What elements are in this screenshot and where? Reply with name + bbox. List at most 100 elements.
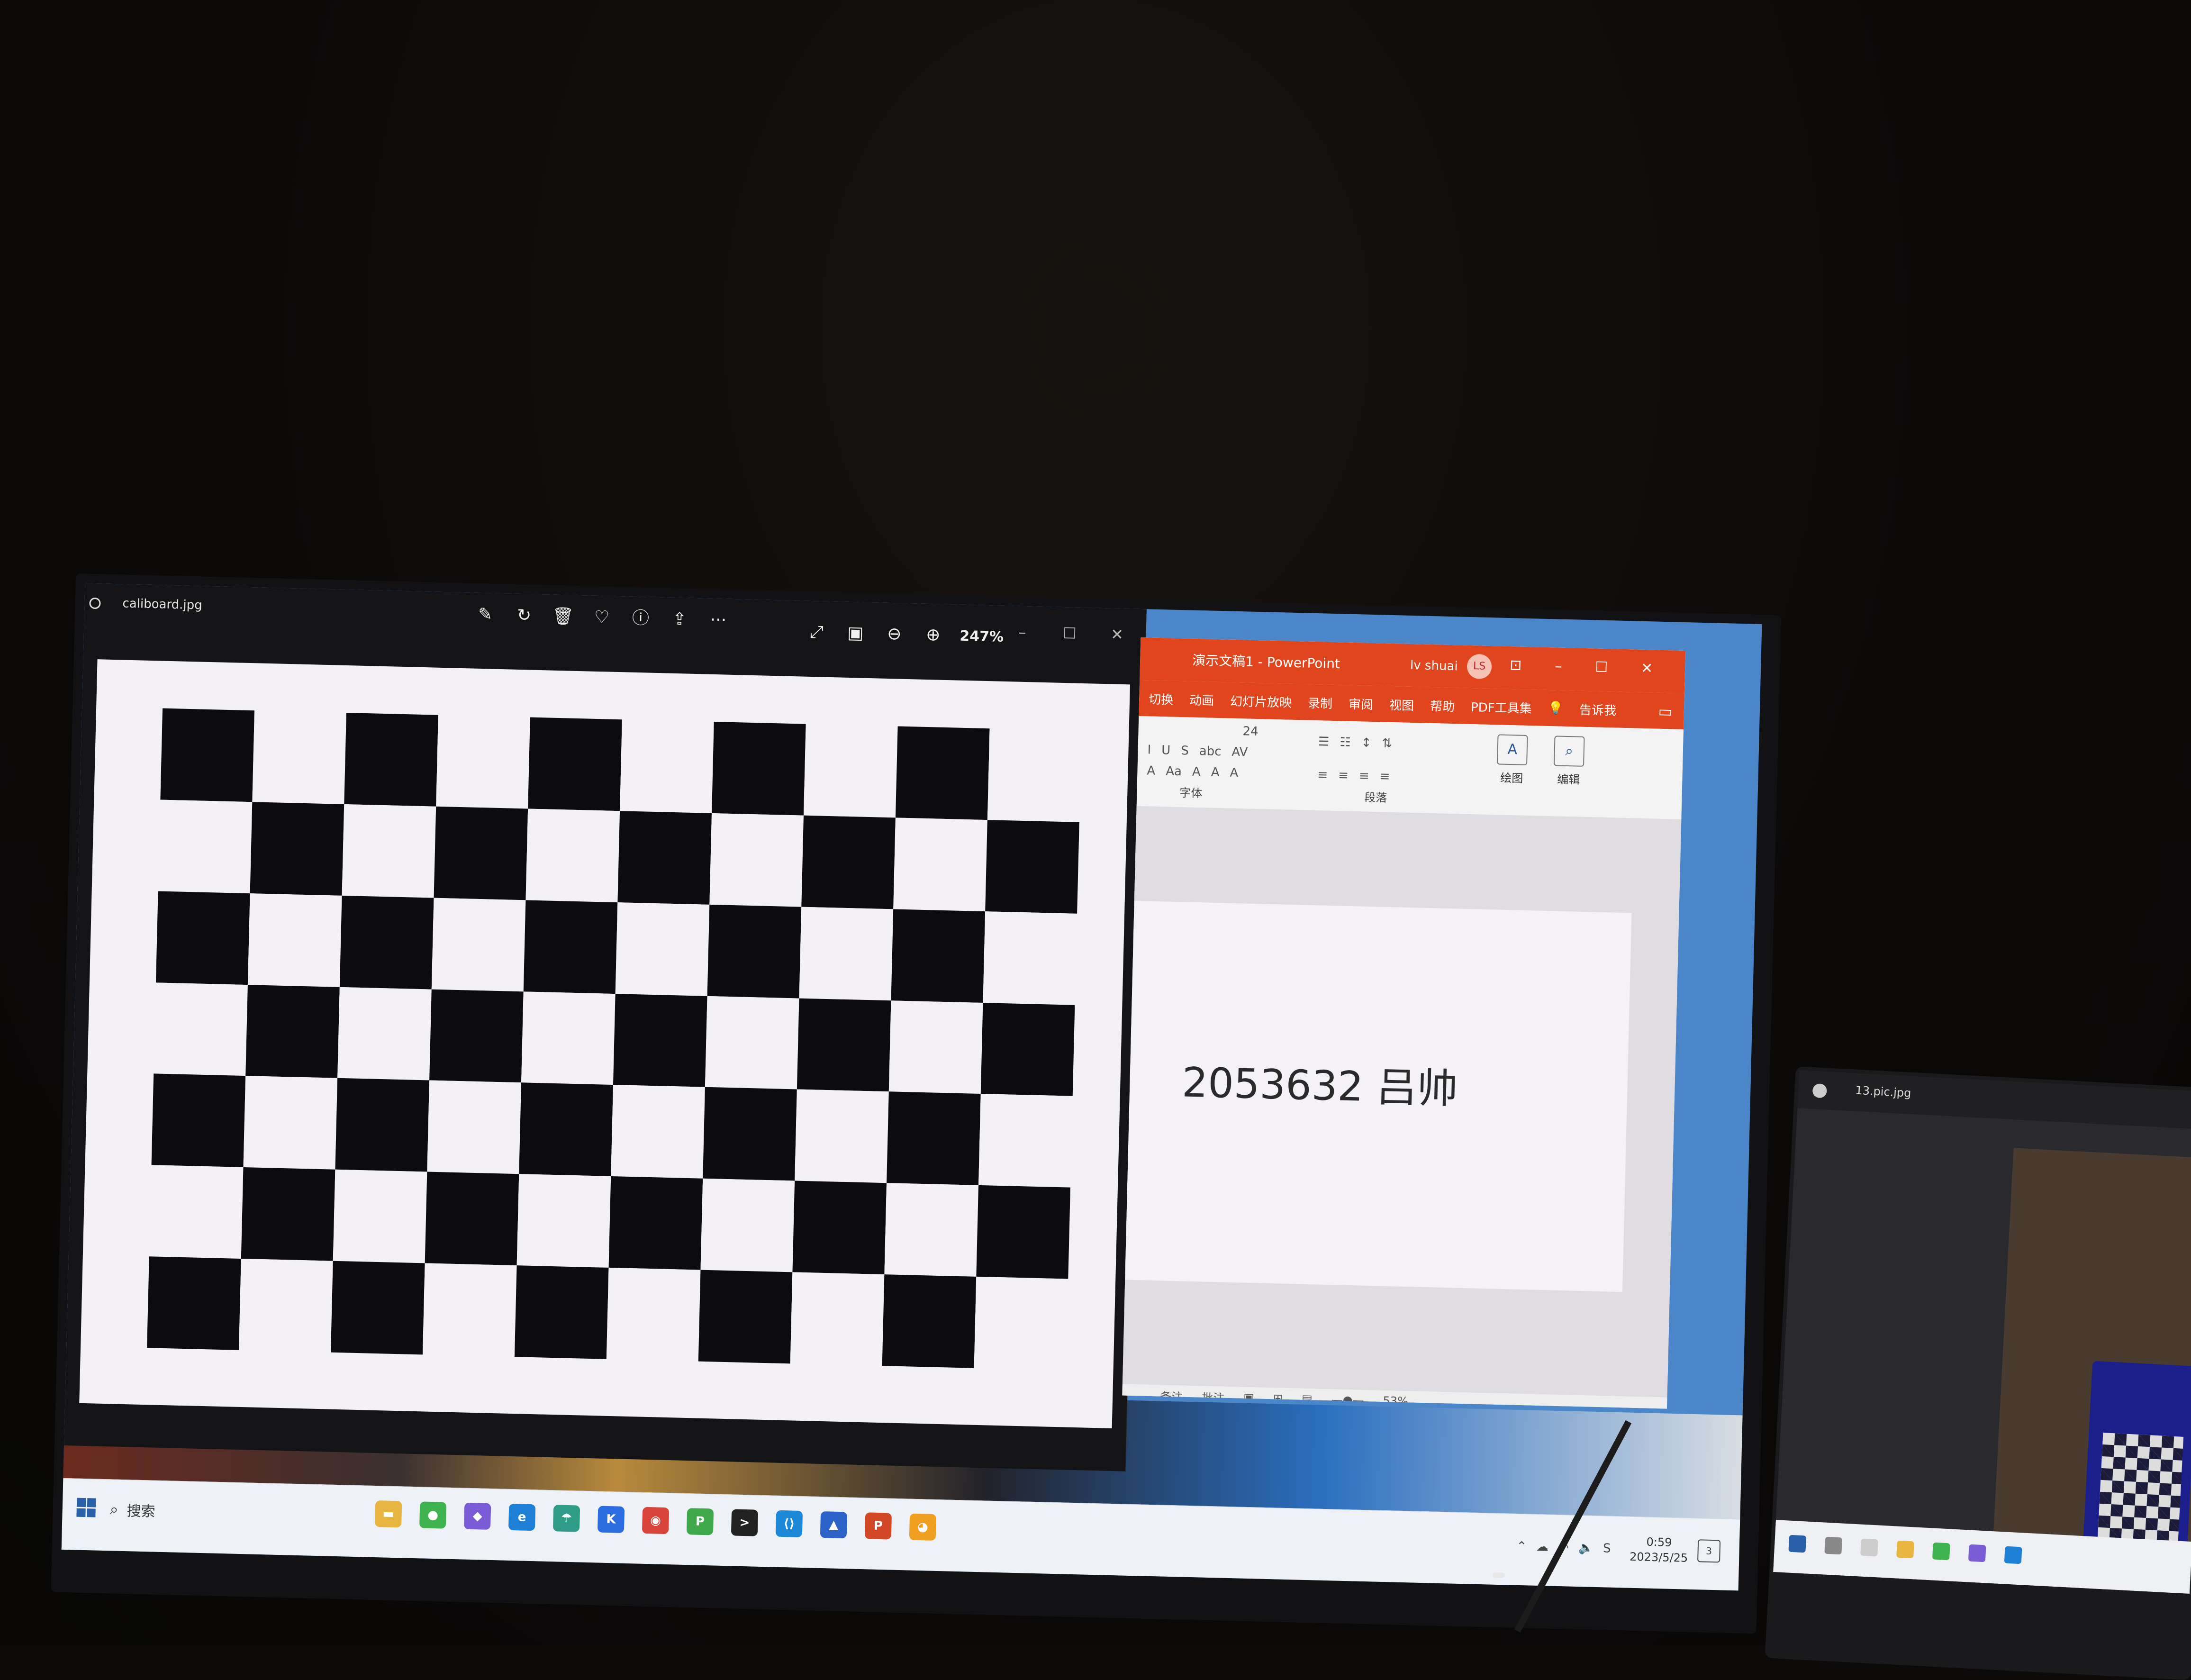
copilot-icon[interactable] <box>1968 1544 1986 1562</box>
edit-icon[interactable]: ✎ <box>473 602 498 627</box>
ime-icon[interactable]: S <box>1603 1541 1611 1555</box>
avatar[interactable]: LS <box>1467 654 1492 680</box>
terminal-icon[interactable]: > <box>731 1509 759 1536</box>
draw-button[interactable]: A 绘图 <box>1488 734 1537 786</box>
notification-icon[interactable]: 3 <box>1697 1539 1721 1563</box>
checker-square <box>337 987 432 1081</box>
file-explorer-icon[interactable]: ▬ <box>375 1500 402 1528</box>
wechat-icon[interactable] <box>1932 1542 1950 1561</box>
start-button[interactable] <box>76 1498 96 1517</box>
vscode-icon[interactable]: ⟨⟩ <box>775 1510 803 1538</box>
lightbulb-icon[interactable]: 💡 <box>1548 701 1563 716</box>
strikethrough-button[interactable]: abc <box>1199 744 1221 759</box>
rotate-icon[interactable]: ↻ <box>511 603 536 628</box>
checker-square <box>525 808 620 902</box>
checker-square <box>149 1165 244 1259</box>
font-size-field[interactable]: 24 <box>1242 724 1258 739</box>
tab-view[interactable]: 视图 <box>1389 695 1414 713</box>
comment-icon[interactable]: ▭ <box>1658 702 1673 721</box>
shadow-button[interactable]: S <box>1181 744 1189 758</box>
zoom-slider[interactable]: —●— <box>1331 1393 1364 1407</box>
clock[interactable]: 0:59 2023/5/25 <box>1630 1534 1689 1566</box>
shrink-font-button[interactable]: A <box>1211 765 1220 780</box>
edit-label: 编辑 <box>1557 772 1580 787</box>
align-right-icon[interactable]: ≡ <box>1359 769 1370 783</box>
checker-square <box>155 891 250 985</box>
checker-square <box>895 726 990 820</box>
close-button[interactable]: ✕ <box>1107 625 1127 644</box>
change-case-button[interactable]: Aa <box>1166 764 1182 779</box>
favorite-icon[interactable]: ♡ <box>589 605 614 630</box>
reading-view-icon[interactable]: ▤ <box>1302 1392 1313 1406</box>
slide-sorter-icon[interactable]: ⊞ <box>1273 1391 1283 1405</box>
tab-pdf-tools[interactable]: PDF工具集 <box>1471 698 1532 717</box>
tab-record[interactable]: 录制 <box>1308 693 1333 711</box>
minimize-button[interactable]: – <box>1013 623 1032 641</box>
tab-animations[interactable]: 动画 <box>1189 690 1214 708</box>
maximize-button[interactable]: ☐ <box>1595 659 1608 676</box>
checker-square <box>252 710 346 804</box>
taskbar-search[interactable]: ⌕ 搜索 <box>109 1494 366 1530</box>
slide-canvas[interactable]: 2053632 吕帅 <box>1125 900 1632 1292</box>
checker-square <box>882 1274 977 1368</box>
draw-icon: A <box>1497 734 1528 765</box>
share-icon[interactable]: ⇪ <box>667 607 692 632</box>
align-left-icon[interactable]: ≡ <box>1317 768 1328 782</box>
close-button[interactable]: ✕ <box>1641 660 1653 677</box>
tab-slideshow[interactable]: 幻灯片放映 <box>1230 691 1292 710</box>
search-icon[interactable] <box>1824 1536 1843 1555</box>
clear-format-button[interactable]: A <box>1230 766 1239 780</box>
edit-button[interactable]: ⌕ 编辑 <box>1545 736 1593 787</box>
minimize-button[interactable]: – <box>1555 658 1562 674</box>
zoom-percent[interactable]: 53% <box>1383 1394 1408 1408</box>
checker-square <box>245 984 340 1079</box>
volume-icon[interactable]: 🔈 <box>1578 1541 1593 1555</box>
char-spacing-button[interactable]: AV <box>1231 745 1248 760</box>
edge-icon[interactable]: e <box>508 1503 536 1531</box>
app-orange-icon[interactable]: ◕ <box>909 1513 937 1541</box>
delete-icon[interactable]: 🗑 <box>550 604 575 629</box>
edge-icon[interactable] <box>2004 1546 2022 1564</box>
font-color-button[interactable]: A <box>1147 763 1156 778</box>
tab-review[interactable]: 审阅 <box>1349 694 1374 712</box>
photos-icon[interactable]: ▲ <box>820 1511 848 1539</box>
zoom-out-icon[interactable]: ⊖ <box>882 622 907 647</box>
tab-tell-me[interactable]: 告诉我 <box>1579 700 1617 718</box>
justify-icon[interactable]: ≡ <box>1379 769 1390 784</box>
actual-size-icon[interactable]: ▣ <box>843 621 868 646</box>
k-app-icon[interactable]: K <box>597 1506 625 1533</box>
ppt-user-name[interactable]: lv shuai <box>1410 658 1458 673</box>
powerpoint-icon[interactable]: P <box>864 1512 892 1540</box>
bullets-icon[interactable]: ☰ <box>1318 735 1330 749</box>
wechat-icon[interactable]: ● <box>419 1501 447 1529</box>
normal-view-icon[interactable]: ▣ <box>1243 1391 1254 1405</box>
maximize-button[interactable]: ☐ <box>1060 624 1079 643</box>
tab-help[interactable]: 帮助 <box>1430 696 1455 714</box>
align-center-icon[interactable]: ≡ <box>1338 768 1349 783</box>
checker-square <box>799 907 894 1000</box>
grow-font-button[interactable]: A <box>1192 765 1201 779</box>
cloud-icon[interactable]: ☁ <box>1536 1540 1549 1554</box>
ribbon-display-icon[interactable]: ⊡ <box>1510 657 1522 674</box>
text-direction-icon[interactable]: ⇅ <box>1382 736 1393 751</box>
copilot-icon[interactable]: ◆ <box>463 1502 491 1530</box>
fullscreen-icon[interactable]: ⤢ <box>804 620 829 645</box>
slide-title-text[interactable]: 2053632 吕帅 <box>1181 1049 1458 1115</box>
pdf-icon[interactable]: P <box>686 1508 714 1535</box>
info-icon[interactable]: ⓘ <box>628 606 653 631</box>
checker-square <box>790 1272 885 1366</box>
numbering-icon[interactable]: ☷ <box>1340 735 1351 750</box>
zoom-in-icon[interactable]: ⊕ <box>921 623 946 648</box>
line-spacing-icon[interactable]: ↕ <box>1361 736 1372 750</box>
checker-square <box>250 802 344 896</box>
weather-icon[interactable]: ☂ <box>552 1505 580 1532</box>
underline-button[interactable]: U <box>1161 743 1171 757</box>
chrome-icon[interactable]: ◉ <box>642 1507 670 1535</box>
italic-button[interactable]: I <box>1147 743 1151 757</box>
file-explorer-icon[interactable] <box>1896 1540 1914 1559</box>
start-icon[interactable] <box>1788 1535 1807 1553</box>
task-view-icon[interactable] <box>1860 1538 1878 1557</box>
more-icon[interactable]: ··· <box>706 608 731 633</box>
tab-transitions[interactable]: 切换 <box>1149 690 1174 708</box>
chevron-up-icon[interactable]: ⌃ <box>1516 1539 1527 1554</box>
